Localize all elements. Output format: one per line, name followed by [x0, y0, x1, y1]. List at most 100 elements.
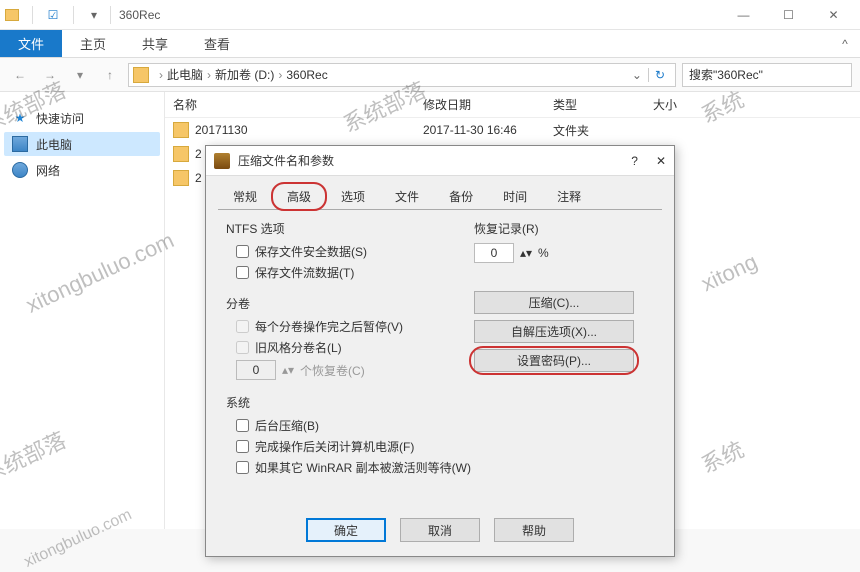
cb-wait-winrar[interactable]: 如果其它 WinRAR 副本被激活则等待(W)	[236, 459, 654, 476]
file-date: 2017-11-30 16:46	[423, 123, 553, 137]
spinner-icon[interactable]: ▴▾	[520, 246, 532, 260]
file-name: 20171130	[195, 123, 423, 137]
sfx-button[interactable]: 自解压选项(X)...	[474, 320, 634, 343]
qat-check-icon[interactable]: ☑	[45, 7, 61, 23]
ok-button[interactable]: 确定	[306, 518, 386, 542]
col-date[interactable]: 修改日期	[415, 92, 545, 117]
qat-dropdown-icon[interactable]: ▾	[86, 7, 102, 23]
dtab-time[interactable]: 时间	[488, 183, 542, 210]
close-button[interactable]: ✕	[811, 0, 856, 30]
nav-forward-button[interactable]: →	[38, 63, 62, 87]
ribbon-expand-icon[interactable]: ^	[830, 30, 860, 57]
checkbox	[236, 341, 249, 354]
checkbox[interactable]	[236, 419, 249, 432]
recovery-pct-input[interactable]	[474, 243, 514, 263]
folder-icon	[173, 122, 189, 138]
volumes-label: 分卷	[226, 295, 474, 312]
recovery-record-group: 恢复记录(R) ▴▾ %	[474, 220, 654, 263]
address-bar[interactable]: › 此电脑 › 新加卷 (D:) › 360Rec ⌄ ↻	[128, 63, 676, 87]
window-title: 360Rec	[119, 8, 160, 22]
search-placeholder: 搜索"360Rec"	[689, 66, 763, 83]
file-row[interactable]: 20171130 2017-11-30 16:46 文件夹	[165, 118, 860, 142]
ntfs-group: NTFS 选项 保存文件安全数据(S) 保存文件流数据(T)	[226, 220, 474, 281]
dtab-advanced[interactable]: 高级	[272, 183, 326, 210]
nav-label: 此电脑	[36, 136, 72, 153]
crumb-pc[interactable]: 此电脑	[167, 66, 203, 83]
cb-old-style: 旧风格分卷名(L)	[236, 339, 474, 356]
dialog-title: 压缩文件名和参数	[238, 152, 334, 169]
checkbox[interactable]	[236, 440, 249, 453]
dtab-comment[interactable]: 注释	[542, 183, 596, 210]
dialog-help-button[interactable]: ?	[631, 154, 638, 168]
folder-icon	[173, 170, 189, 186]
set-password-button[interactable]: 设置密码(P)...	[474, 349, 634, 372]
crumb-drive[interactable]: 新加卷 (D:)	[215, 66, 274, 83]
nav-back-button[interactable]: ←	[8, 63, 32, 87]
help-button[interactable]: 帮助	[494, 518, 574, 542]
crumb-folder[interactable]: 360Rec	[286, 68, 327, 82]
nav-network[interactable]: 网络	[4, 158, 160, 182]
nav-up-button[interactable]: ↑	[98, 63, 122, 87]
cb-pause-after: 每个分卷操作完之后暂停(V)	[236, 318, 474, 335]
crumb-sep-icon: ›	[274, 68, 286, 82]
crumb-sep-icon: ›	[155, 68, 167, 82]
address-toolbar: ← → ▾ ↑ › 此电脑 › 新加卷 (D:) › 360Rec ⌄ ↻ 搜索…	[0, 58, 860, 92]
recovery-label: 恢复记录(R)	[474, 220, 654, 237]
col-type[interactable]: 类型	[545, 92, 645, 117]
title-sep	[110, 6, 111, 24]
dialog-close-button[interactable]: ✕	[656, 154, 666, 168]
dtab-files[interactable]: 文件	[380, 183, 434, 210]
file-name: 2	[195, 171, 202, 185]
col-size[interactable]: 大小	[645, 92, 725, 117]
col-name[interactable]: 名称	[165, 92, 415, 117]
file-tab[interactable]: 文件	[0, 30, 62, 57]
dialog-body: NTFS 选项 保存文件安全数据(S) 保存文件流数据(T) 分卷 每个分卷操作…	[218, 209, 662, 496]
column-headers: 名称 修改日期 类型 大小	[165, 92, 860, 118]
system-label: 系统	[226, 394, 654, 411]
address-dropdown-icon[interactable]: ⌄	[626, 68, 648, 82]
cb-shutdown[interactable]: 完成操作后关闭计算机电源(F)	[236, 438, 654, 455]
nav-recent-button[interactable]: ▾	[68, 63, 92, 87]
nav-pane: ★ 快速访问 此电脑 网络	[0, 92, 165, 529]
maximize-button[interactable]: ☐	[766, 0, 811, 30]
qat-sep2	[73, 6, 74, 24]
checkbox	[236, 320, 249, 333]
tab-home[interactable]: 主页	[62, 30, 124, 57]
cb-background[interactable]: 后台压缩(B)	[236, 417, 654, 434]
cancel-button[interactable]: 取消	[400, 518, 480, 542]
winrar-icon	[214, 153, 230, 169]
file-type: 文件夹	[553, 122, 653, 139]
nav-this-pc[interactable]: 此电脑	[4, 132, 160, 156]
cb-save-security[interactable]: 保存文件安全数据(S)	[236, 243, 474, 260]
dtab-options[interactable]: 选项	[326, 183, 380, 210]
dtab-backup[interactable]: 备份	[434, 183, 488, 210]
window-buttons: — ☐ ✕	[721, 0, 856, 30]
checkbox[interactable]	[236, 461, 249, 474]
tab-view[interactable]: 查看	[186, 30, 248, 57]
checkbox[interactable]	[236, 245, 249, 258]
folder-icon	[173, 146, 189, 162]
compress-button[interactable]: 压缩(C)...	[474, 291, 634, 314]
recovery-volumes-spinner: ▴▾ 个恢复卷(C)	[236, 360, 474, 380]
pct-label: %	[538, 246, 549, 260]
qat-sep	[32, 6, 33, 24]
file-name: 2	[195, 147, 202, 161]
star-icon: ★	[12, 110, 28, 126]
refresh-icon[interactable]: ↻	[648, 68, 671, 82]
ntfs-label: NTFS 选项	[226, 220, 474, 237]
recovery-volumes-input	[236, 360, 276, 380]
folder-icon	[4, 7, 20, 23]
minimize-button[interactable]: —	[721, 0, 766, 30]
ribbon-tabs: 文件 主页 共享 查看 ^	[0, 30, 860, 58]
nav-label: 快速访问	[36, 110, 84, 127]
dialog-tabs: 常规 高级 选项 文件 备份 时间 注释	[206, 176, 674, 209]
search-input[interactable]: 搜索"360Rec"	[682, 63, 852, 87]
volumes-group: 分卷 每个分卷操作完之后暂停(V) 旧风格分卷名(L) ▴▾ 个恢复卷(C)	[226, 295, 474, 380]
cb-save-streams[interactable]: 保存文件流数据(T)	[236, 264, 474, 281]
tab-share[interactable]: 共享	[124, 30, 186, 57]
dialog-footer: 确定 取消 帮助	[206, 508, 674, 556]
checkbox[interactable]	[236, 266, 249, 279]
pc-icon	[12, 136, 28, 152]
nav-quick-access[interactable]: ★ 快速访问	[4, 106, 160, 130]
dtab-general[interactable]: 常规	[218, 183, 272, 210]
